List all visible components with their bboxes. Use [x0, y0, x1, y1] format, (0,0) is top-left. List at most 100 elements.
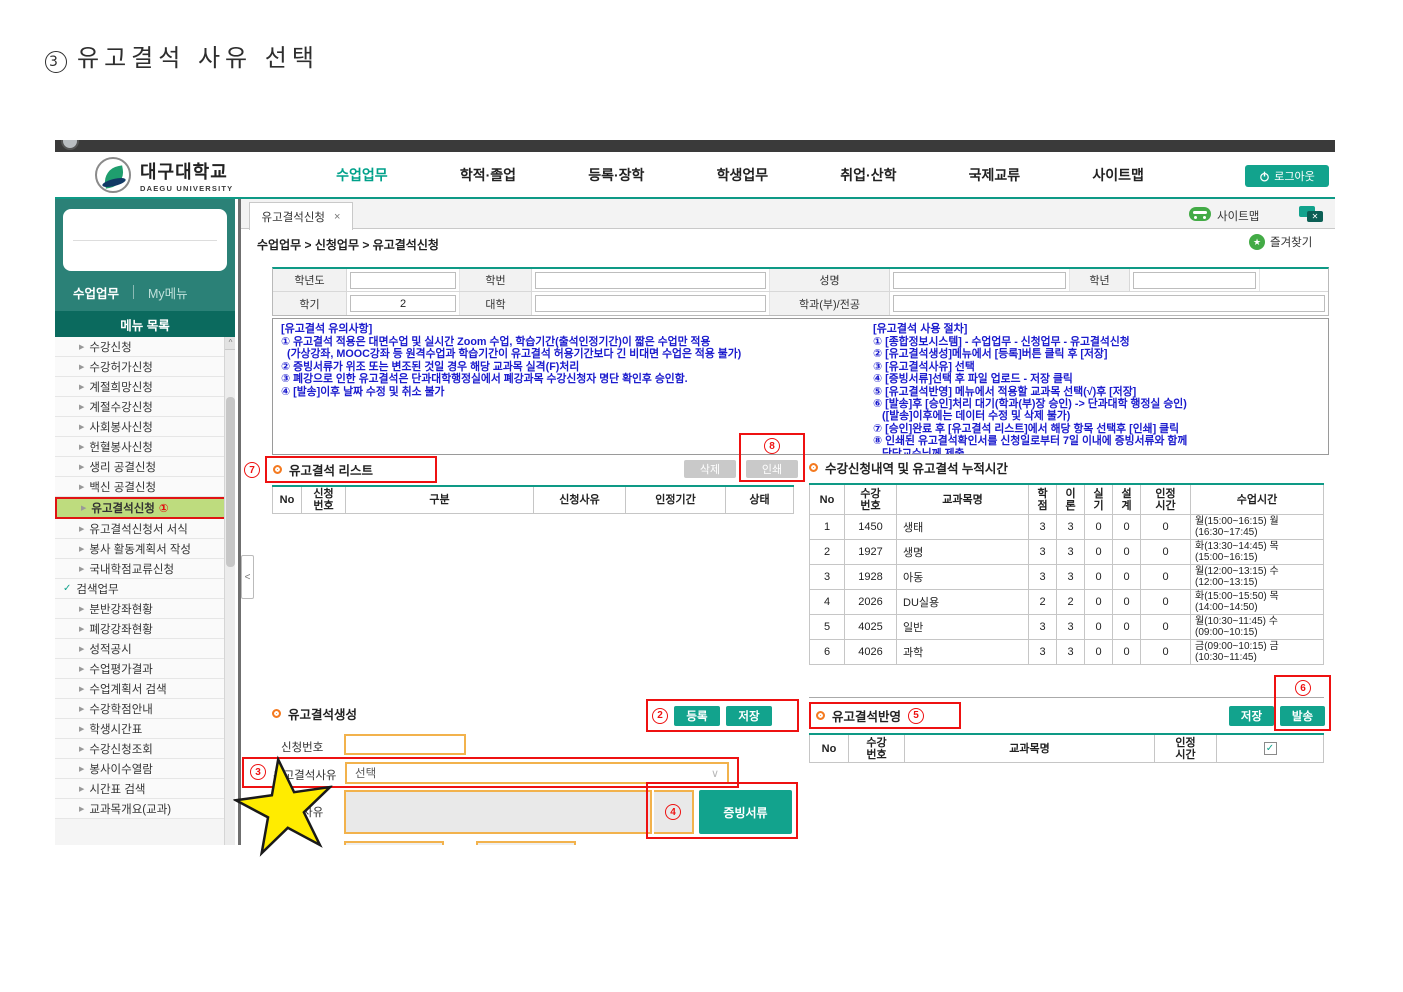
scrollbar-thumb[interactable]	[226, 397, 235, 567]
column-header: 상태	[726, 487, 794, 514]
bullet-icon	[816, 711, 825, 720]
sidebar-item[interactable]: ▶성적공시	[55, 639, 235, 659]
sidebar-item[interactable]: ▶생리 공결신청	[55, 457, 235, 477]
cell-recognized-time: 0	[1141, 590, 1191, 615]
nav-item-sitemap[interactable]: 사이트맵	[1092, 165, 1144, 185]
column-header: No	[809, 485, 845, 515]
column-header: 구분	[346, 487, 534, 514]
grade-input[interactable]	[1133, 272, 1256, 289]
sidebar-item[interactable]: ▶교과목개요(교과)	[55, 799, 235, 819]
divider	[809, 697, 1324, 698]
sidebar: 수업업무 My메뉴 메뉴 목록 ▶수강신청 ▶수강허가신청 ▶계절희망신청 ▶계…	[55, 199, 235, 845]
sidebar-collapse-handle[interactable]: <	[241, 555, 254, 599]
multi-window-icon[interactable]: ✕	[1299, 206, 1325, 223]
cell-course-no: 4026	[845, 640, 897, 665]
sidebar-item[interactable]: ▶계절수강신청	[55, 397, 235, 417]
sidebar-item[interactable]: ▶폐강강좌현황	[55, 619, 235, 639]
evidence-button[interactable]: 증빙서류	[699, 790, 792, 834]
term-input[interactable]: 2	[350, 295, 456, 312]
arrow-icon: ▶	[79, 565, 84, 573]
column-header: 인정기간	[626, 487, 726, 514]
send-button[interactable]: 발송	[1280, 706, 1325, 726]
sidebar-item[interactable]: ▶학생시간표	[55, 719, 235, 739]
name-input[interactable]	[893, 272, 1066, 289]
sidebar-item[interactable]: ▶봉사이수열람	[55, 759, 235, 779]
table-row: 1 1450 생태 3 3 0 0 0 월(15:00~16:15) 월(16:…	[809, 515, 1324, 540]
cell-class-time: 월(12:00~13:15) 수(12:00~13:15)	[1191, 565, 1324, 590]
start-date-input[interactable]	[344, 841, 444, 845]
annotation-5: 5	[908, 708, 924, 724]
cell-practice: 0	[1085, 515, 1113, 540]
sidebar-item[interactable]: ▶시간표 검색	[55, 779, 235, 799]
cell-credits: 3	[1029, 615, 1057, 640]
bullet-icon	[809, 463, 818, 472]
apply-save-button[interactable]: 저장	[1229, 706, 1274, 726]
sitemap-icon[interactable]	[1189, 207, 1211, 221]
table-row: 5 4025 일반 3 3 0 0 0 월(10:30~11:45) 수(09:…	[809, 615, 1324, 640]
cell-practice: 0	[1085, 540, 1113, 565]
save-button[interactable]: 저장	[726, 706, 772, 726]
table-row: 6 4026 과학 3 3 0 0 0 금(09:00~10:15) 금(10:…	[809, 640, 1324, 665]
college-input[interactable]	[535, 295, 766, 312]
reason-textarea[interactable]	[344, 790, 652, 834]
nav-item-records[interactable]: 학적·졸업	[460, 165, 516, 185]
sidebar-item[interactable]: ▶유고결석신청서 서식	[55, 519, 235, 539]
cell-class-time: 화(15:00~15:50) 목(14:00~14:50)	[1191, 590, 1324, 615]
scroll-up-icon[interactable]: ^	[225, 337, 235, 350]
nav-item-career[interactable]: 취업·산학	[840, 165, 896, 185]
sidebar-item[interactable]: ▶수강학점안내	[55, 699, 235, 719]
list-section-title-box: 유고결석 리스트	[265, 456, 437, 483]
sidebar-tabs: 수업업무 My메뉴	[55, 279, 235, 305]
evidence-annotation-cell: 4	[654, 790, 694, 834]
reason-select[interactable]: 선택 ∨	[345, 762, 729, 784]
app-window: 대구대학교 DAEGU UNIVERSITY 수업업무 학적·졸업 등록·장학 …	[55, 140, 1335, 845]
sidebar-item[interactable]: ▶국내학점교류신청	[55, 559, 235, 579]
sidebar-menu: ▶수강신청 ▶수강허가신청 ▶계절희망신청 ▶계절수강신청 ▶사회봉사신청 ▶헌…	[55, 337, 235, 845]
sidebar-item[interactable]: ▶헌혈봉사신청	[55, 437, 235, 457]
nav-item-international[interactable]: 국제교류	[969, 165, 1021, 185]
sidebar-item[interactable]: ▶수업계획서 검색	[55, 679, 235, 699]
sidebar-item[interactable]: ▶수강신청	[55, 337, 235, 357]
logout-button[interactable]: 로그아웃	[1245, 165, 1329, 187]
apply-table: No 수강 번호 교과목명 인정 시간 ✓	[809, 733, 1324, 763]
tab-absence-apply[interactable]: 유고결석신청 ×	[249, 202, 353, 230]
sidebar-item[interactable]: ▶수강허가신청	[55, 357, 235, 377]
dept-input[interactable]	[893, 295, 1325, 312]
nav-item-classwork[interactable]: 수업업무	[336, 165, 388, 185]
sidebar-item-label: 유고결석신청	[91, 500, 154, 516]
sidebar-tab-classwork[interactable]: 수업업무	[73, 283, 119, 302]
logo-subtitle: DAEGU UNIVERSITY	[140, 184, 233, 193]
favorites[interactable]: ★ 즐겨찾기	[1249, 234, 1312, 250]
nav-item-registration[interactable]: 등록·장학	[588, 165, 644, 185]
sitemap-link[interactable]: 사이트맵	[1217, 208, 1259, 224]
apply-no-input[interactable]	[344, 734, 466, 755]
register-button[interactable]: 등록	[674, 706, 720, 726]
notice-line: ⑦ [승인]완료 후 [유고결석 리스트]에서 해당 항목 선택후 [인쇄] 클…	[873, 423, 1328, 435]
breadcrumb-row: 수업업무 > 신청업무 > 유고결석신청 ★ 즐겨찾기	[241, 229, 1335, 257]
year-input[interactable]	[350, 272, 456, 289]
sidebar-item[interactable]: ▶수강신청조회	[55, 739, 235, 759]
sidebar-item-absence-apply[interactable]: ▶ 유고결석신청 ①	[55, 497, 235, 519]
cell-course-no: 2026	[845, 590, 897, 615]
sidebar-item[interactable]: ▶분반강좌현황	[55, 599, 235, 619]
sidebar-item[interactable]: ▶사회봉사신청	[55, 417, 235, 437]
end-date-input[interactable]	[476, 841, 576, 845]
arrow-icon: ▶	[79, 463, 84, 471]
sidebar-tab-mymenu[interactable]: My메뉴	[148, 283, 188, 302]
cell-credits: 2	[1029, 590, 1057, 615]
student-id-input[interactable]	[535, 272, 766, 289]
select-all-checkbox[interactable]: ✓	[1264, 742, 1277, 755]
sidebar-item[interactable]: ▶수업평가결과	[55, 659, 235, 679]
column-header-checkbox: ✓	[1217, 735, 1324, 763]
sidebar-group-search[interactable]: ✓ 검색업무	[55, 579, 235, 599]
arrow-icon: ▶	[79, 645, 84, 653]
delete-button[interactable]: 삭제	[684, 460, 736, 478]
arrow-icon: ▶	[79, 705, 84, 713]
sidebar-item[interactable]: ▶백신 공결신청	[55, 477, 235, 497]
sidebar-item[interactable]: ▶계절희망신청	[55, 377, 235, 397]
cell-course-no: 1450	[845, 515, 897, 540]
nav-item-student[interactable]: 학생업무	[717, 165, 769, 185]
close-icon[interactable]: ×	[334, 211, 340, 223]
grade-label: 학년	[1070, 269, 1130, 291]
sidebar-item[interactable]: ▶봉사 활동계획서 작성	[55, 539, 235, 559]
